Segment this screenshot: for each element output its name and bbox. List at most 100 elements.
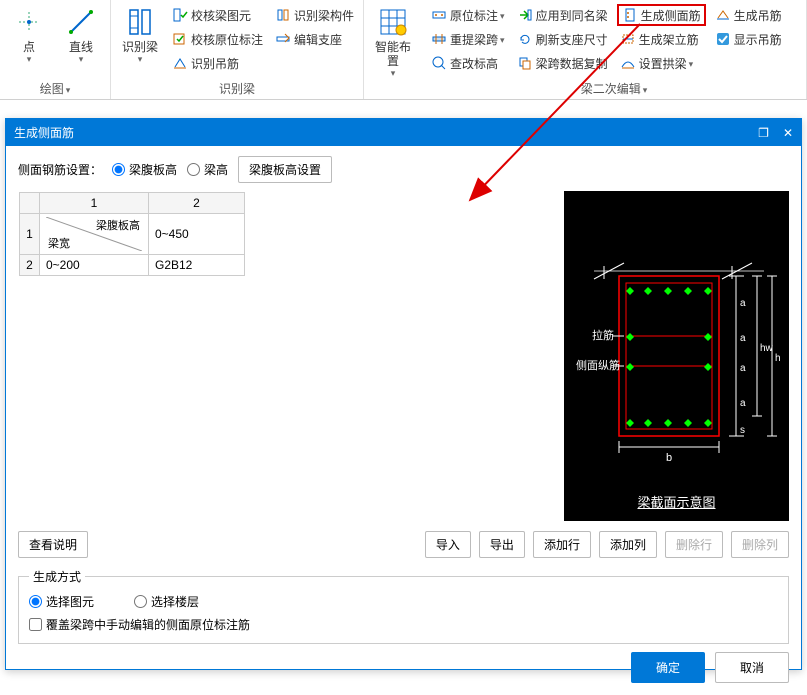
radio-select-element[interactable]: 选择图元 bbox=[29, 593, 94, 610]
showhang-icon bbox=[715, 31, 731, 47]
mark-icon bbox=[431, 55, 447, 71]
check-mark[interactable]: 查改标高 bbox=[428, 52, 508, 74]
grid-icon bbox=[377, 6, 409, 38]
section-preview: 拉筋 侧面纵筋 a a a a s hw bbox=[564, 191, 789, 521]
gen-method-fieldset: 生成方式 选择图元 选择楼层 覆盖梁跨中手动编辑的侧面原位标注筋 bbox=[18, 568, 789, 644]
copy-icon bbox=[517, 55, 533, 71]
identify-beam-label: 识别梁 bbox=[122, 40, 158, 54]
apply-icon bbox=[517, 7, 533, 23]
edit-support[interactable]: 编辑支座 bbox=[272, 28, 357, 50]
chevron-down-icon bbox=[498, 32, 505, 46]
support-icon bbox=[275, 31, 291, 47]
ribbon-group-identify: 识别梁 校核梁图元 校核原位标注 识别吊筋 识别梁构件 编辑支座 识别梁 bbox=[111, 0, 364, 99]
line-btn[interactable]: 直线 bbox=[58, 4, 104, 67]
preview-side-label: 侧面纵筋 bbox=[576, 358, 620, 372]
refresh-support[interactable]: 刷新支座尺寸 bbox=[514, 28, 611, 50]
check-beam-element[interactable]: 校核梁图元 bbox=[169, 4, 266, 26]
checkbox-override[interactable]: 覆盖梁跨中手动编辑的侧面原位标注筋 bbox=[29, 616, 778, 633]
identify-beam-member[interactable]: 识别梁构件 bbox=[272, 4, 357, 26]
modal-gen-side-bar: 生成侧面筋 ❐ ✕ 侧面钢筋设置： 梁腹板高 梁高 梁腹板高设置 1 2 bbox=[5, 118, 802, 670]
cell-r2c2[interactable]: G2B12 bbox=[149, 255, 245, 276]
add-row-button[interactable]: 添加行 bbox=[533, 531, 591, 558]
row-header-2[interactable]: 2 bbox=[20, 255, 40, 276]
svg-text:b: b bbox=[666, 452, 672, 464]
group-label-draw: 绘图 bbox=[40, 82, 64, 96]
cancel-button[interactable]: 取消 bbox=[715, 652, 789, 683]
framebar-icon bbox=[620, 31, 636, 47]
svg-text:a: a bbox=[740, 298, 746, 309]
set-arch-beam[interactable]: 设置拱梁 bbox=[617, 52, 706, 74]
import-button[interactable]: 导入 bbox=[425, 531, 471, 558]
data-grid[interactable]: 1 2 1 梁腹板高 梁宽 0~450 bbox=[18, 191, 554, 521]
window-close-icon[interactable]: ✕ bbox=[783, 126, 793, 140]
preview-caption: 梁截面示意图 bbox=[564, 492, 789, 511]
modal-titlebar[interactable]: 生成侧面筋 ❐ ✕ bbox=[6, 119, 801, 146]
row-header-1[interactable]: 1 bbox=[20, 214, 40, 255]
col-header-1[interactable]: 1 bbox=[40, 193, 149, 214]
apply-same-name[interactable]: 应用到同名梁 bbox=[514, 4, 611, 26]
relift-span[interactable]: 重提梁跨 bbox=[428, 28, 508, 50]
ribbon-group-draw: 点 直线 绘图 bbox=[0, 0, 111, 99]
hanger-icon bbox=[172, 55, 188, 71]
gen-method-legend: 生成方式 bbox=[29, 568, 85, 585]
original-label[interactable]: 原位标注 bbox=[428, 4, 508, 26]
chevron-down-icon bbox=[641, 82, 648, 96]
col-header-2[interactable]: 2 bbox=[149, 193, 245, 214]
view-description-button[interactable]: 查看说明 bbox=[18, 531, 88, 558]
window-restore-icon[interactable]: ❐ bbox=[758, 126, 769, 140]
chevron-down-icon bbox=[64, 82, 71, 96]
export-button[interactable]: 导出 bbox=[479, 531, 525, 558]
smart-layout-btn[interactable]: 智能布置 bbox=[370, 4, 416, 81]
svg-text:h: h bbox=[775, 353, 781, 364]
ribbon-group-smart: 智能布置 bbox=[364, 0, 422, 99]
cell-r2c1[interactable]: 0~200 bbox=[40, 255, 149, 276]
svg-text:a: a bbox=[740, 398, 746, 409]
line-label: 直线 bbox=[69, 40, 93, 54]
radio-beam-height[interactable]: 梁高 bbox=[187, 161, 228, 178]
group-label-identify: 识别梁 bbox=[219, 82, 255, 96]
ribbon-group-edit2: 原位标注 重提梁跨 查改标高 应用到同名梁 刷新支座尺寸 梁跨数据复制 生成侧面… bbox=[422, 0, 807, 99]
gen-hanger-bar[interactable]: 生成吊筋 bbox=[712, 4, 785, 26]
refresh-icon bbox=[517, 31, 533, 47]
sidebar-icon bbox=[622, 7, 638, 23]
radio-web-height[interactable]: 梁腹板高 bbox=[112, 161, 177, 178]
point-label: 点 bbox=[23, 40, 35, 54]
copy-span-data[interactable]: 梁跨数据复制 bbox=[514, 52, 611, 74]
group-label-edit2: 梁二次编辑 bbox=[581, 82, 641, 96]
chevron-down-icon bbox=[79, 54, 84, 65]
genhang-icon bbox=[715, 7, 731, 23]
corner-cell bbox=[20, 193, 40, 214]
svg-text:a: a bbox=[740, 363, 746, 374]
ok-button[interactable]: 确定 bbox=[631, 652, 705, 683]
chevron-down-icon bbox=[498, 8, 505, 22]
cell-r1c2[interactable]: 0~450 bbox=[149, 214, 245, 255]
del-row-button[interactable]: 删除行 bbox=[665, 531, 723, 558]
relift-icon bbox=[431, 31, 447, 47]
modal-title-text: 生成侧面筋 bbox=[14, 124, 74, 141]
show-hanger[interactable]: 显示吊筋 bbox=[712, 28, 785, 50]
web-height-settings-button[interactable]: 梁腹板高设置 bbox=[238, 156, 332, 183]
diag-header-cell: 梁腹板高 梁宽 bbox=[40, 214, 149, 255]
identify-beam-btn[interactable]: 识别梁 bbox=[117, 4, 163, 67]
gen-side-bar[interactable]: 生成侧面筋 bbox=[617, 4, 706, 26]
check-icon bbox=[172, 7, 188, 23]
settings-label: 侧面钢筋设置： bbox=[18, 161, 102, 178]
arch-icon bbox=[620, 55, 636, 71]
chevron-down-icon bbox=[687, 56, 694, 70]
check-original-label[interactable]: 校核原位标注 bbox=[169, 28, 266, 50]
ribbon-toolbar: 点 直线 绘图 识别梁 校核梁图元 校核原位标注 识别吊筋 bbox=[0, 0, 807, 100]
identify-hanger[interactable]: 识别吊筋 bbox=[169, 52, 266, 74]
check2-icon bbox=[172, 31, 188, 47]
radio-select-floor[interactable]: 选择楼层 bbox=[134, 593, 199, 610]
chevron-down-icon bbox=[27, 54, 32, 65]
side-steel-settings-row: 侧面钢筋设置： 梁腹板高 梁高 梁腹板高设置 bbox=[18, 156, 789, 183]
dot-icon bbox=[13, 6, 45, 38]
beam-icon bbox=[124, 6, 156, 38]
smart-layout-label: 智能布置 bbox=[372, 40, 414, 68]
del-col-button[interactable]: 删除列 bbox=[731, 531, 789, 558]
member-icon bbox=[275, 7, 291, 23]
gen-frame-bar[interactable]: 生成架立筋 bbox=[617, 28, 706, 50]
point-btn[interactable]: 点 bbox=[6, 4, 52, 67]
chevron-down-icon bbox=[138, 54, 143, 65]
add-col-button[interactable]: 添加列 bbox=[599, 531, 657, 558]
